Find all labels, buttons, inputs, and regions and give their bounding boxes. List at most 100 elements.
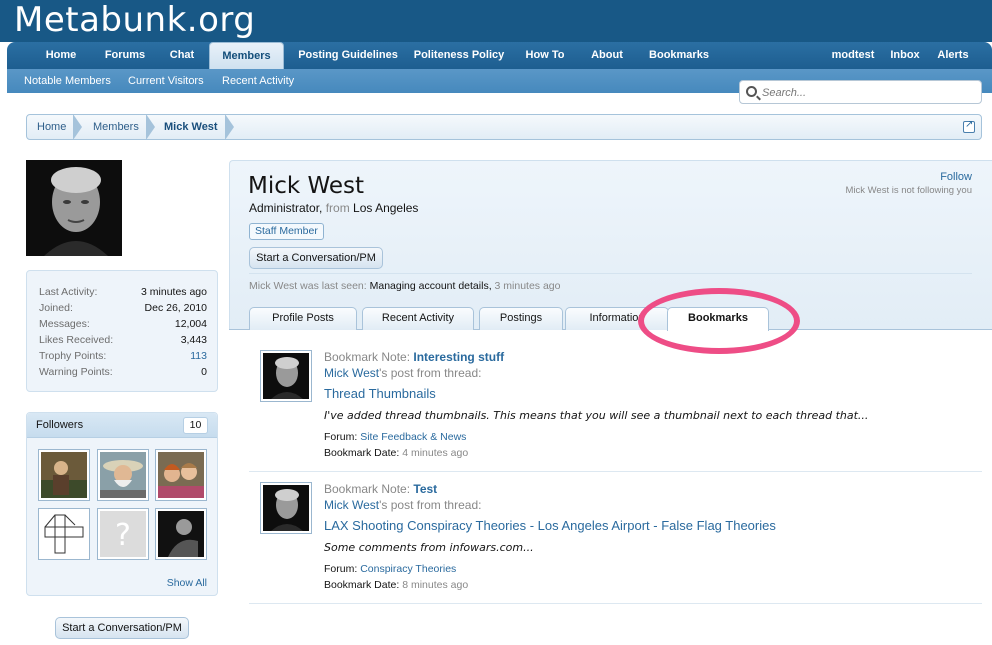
bookmark-separator	[249, 603, 982, 604]
nav-tab-chat[interactable]: Chat	[162, 42, 202, 69]
follower-avatar[interactable]	[38, 508, 90, 560]
nav-tab-posting-guidelines[interactable]: Posting Guidelines	[293, 42, 403, 69]
bookmark-from-text: 's post from thread:	[379, 366, 482, 380]
nav-tab-bookmarks[interactable]: Bookmarks	[641, 42, 717, 69]
tab-recent-activity[interactable]: Recent Activity	[362, 307, 474, 330]
bookmark-forum-link[interactable]: Conspiracy Theories	[360, 563, 456, 575]
profile-name: Mick West	[248, 173, 365, 199]
bookmark-thread-link[interactable]: LAX Shooting Conspiracy Theories - Los A…	[324, 518, 776, 533]
nav-tab-home[interactable]: Home	[35, 42, 87, 69]
nav-inbox[interactable]: Inbox	[885, 42, 925, 69]
tab-postings[interactable]: Postings	[479, 307, 563, 330]
bookmark-note-line: Bookmark Note: Interesting stuff	[324, 350, 504, 364]
followers-count: 10	[183, 417, 208, 434]
bookmark-forum-link[interactable]: Site Feedback & News	[360, 431, 466, 443]
nav-alerts[interactable]: Alerts	[933, 42, 973, 69]
bookmark-item: Bookmark Note: Test Mick West's post fro…	[249, 482, 982, 594]
follower-avatar[interactable]	[155, 449, 207, 501]
bookmark-author-link[interactable]: Mick West	[324, 498, 379, 512]
bookmark-from-text: 's post from thread:	[379, 498, 482, 512]
subnav-recent-activity[interactable]: Recent Activity	[222, 69, 294, 93]
bookmark-author-link[interactable]: Mick West	[324, 366, 379, 380]
profile-avatar[interactable]	[26, 160, 122, 256]
stat-label: Joined:	[39, 302, 73, 314]
tab-profile-posts[interactable]: Profile Posts	[249, 307, 357, 330]
bookmark-date: 4 minutes ago	[402, 447, 469, 459]
subnav-notable-members[interactable]: Notable Members	[24, 69, 111, 93]
external-link-icon[interactable]	[963, 119, 975, 133]
follower-avatar[interactable]	[38, 449, 90, 501]
bookmark-forum-label: Forum:	[324, 431, 358, 443]
breadcrumb-members[interactable]: Members	[93, 114, 155, 140]
followers-header: Followers 10	[27, 413, 217, 438]
stat-label: Likes Received:	[39, 334, 114, 346]
last-seen-time: 3 minutes ago	[494, 280, 561, 292]
stat-value-link[interactable]: 113	[190, 350, 207, 362]
bookmark-separator	[249, 471, 982, 472]
bookmark-forum-line: Forum: Conspiracy Theories	[324, 563, 456, 575]
site-logo[interactable]: Metabunk.org	[14, 0, 255, 40]
stat-last-activity: Last Activity: 3 minutes ago	[39, 286, 207, 302]
bookmark-forum-line: Forum: Site Feedback & News	[324, 431, 466, 443]
bookmark-note-line: Bookmark Note: Test	[324, 482, 437, 496]
bookmark-snippet: Some comments from infowars.com...	[324, 541, 534, 554]
start-conversation-button[interactable]: Start a Conversation/PM	[249, 247, 383, 269]
breadcrumb-home[interactable]: Home	[37, 114, 83, 140]
bookmark-date-label: Bookmark Date:	[324, 579, 400, 591]
stat-likes-received: Likes Received: 3,443	[39, 334, 207, 350]
search-box	[739, 80, 982, 104]
follow-status-note: Mick West is not following you	[845, 185, 972, 196]
follower-avatar[interactable]	[97, 449, 149, 501]
stat-value: 12,004	[174, 318, 207, 330]
bookmark-note: Test	[413, 482, 438, 496]
sidebar-start-conversation-button[interactable]: Start a Conversation/PM	[55, 617, 189, 639]
followers-title: Followers	[36, 419, 84, 431]
bookmark-author-avatar[interactable]	[260, 350, 312, 402]
svg-text:?: ?	[115, 518, 131, 553]
subnav-current-visitors[interactable]: Current Visitors	[128, 69, 204, 93]
bookmark-thread-link[interactable]: Thread Thumbnails	[324, 386, 436, 401]
bookmark-date: 8 minutes ago	[402, 579, 469, 591]
stat-value: 0	[201, 366, 207, 378]
nav-user-modtest[interactable]: modtest	[825, 42, 881, 69]
bookmark-date-line: Bookmark Date: 8 minutes ago	[324, 579, 468, 591]
bookmark-item: Bookmark Note: Interesting stuff Mick We…	[249, 350, 982, 462]
bookmark-note-label: Bookmark Note:	[324, 482, 411, 496]
nav-tab-politeness-policy[interactable]: Politeness Policy	[409, 42, 509, 69]
last-seen-prefix: Mick West was last seen:	[249, 280, 367, 292]
follow-button[interactable]: Follow	[940, 171, 972, 183]
last-seen-activity: Managing account details,	[369, 280, 492, 292]
staff-member-badge: Staff Member	[249, 223, 324, 240]
stat-warning-points: Warning Points: 0	[39, 366, 207, 382]
bookmark-source-line: Mick West's post from thread:	[324, 366, 481, 380]
nav-tab-about[interactable]: About	[583, 42, 631, 69]
bookmark-source-line: Mick West's post from thread:	[324, 498, 481, 512]
bookmark-snippet: I've added thread thumbnails. This means…	[324, 409, 869, 422]
bookmark-note-label: Bookmark Note:	[324, 350, 411, 364]
bookmark-forum-label: Forum:	[324, 563, 358, 575]
highlight-annotation-ring	[638, 288, 800, 354]
follower-avatar[interactable]	[155, 508, 207, 560]
bookmark-date-line: Bookmark Date: 4 minutes ago	[324, 447, 468, 459]
stat-value: 3 minutes ago	[141, 286, 207, 298]
nav-tab-forums[interactable]: Forums	[95, 42, 155, 69]
followers-show-all-link[interactable]: Show All	[167, 577, 207, 589]
search-icon[interactable]	[746, 86, 757, 97]
bookmark-date-label: Bookmark Date:	[324, 447, 400, 459]
stat-label: Warning Points:	[39, 366, 113, 378]
stat-value: Dec 26, 2010	[144, 302, 207, 314]
nav-tab-members[interactable]: Members	[209, 42, 284, 69]
stat-label: Trophy Points:	[39, 350, 107, 362]
breadcrumb-mick-west[interactable]: Mick West	[164, 114, 234, 140]
stat-messages: Messages: 12,004	[39, 318, 207, 334]
search-input[interactable]	[762, 84, 976, 101]
main-nav: Home Forums Chat Members Posting Guideli…	[7, 42, 992, 69]
profile-title-line: Administrator, from Los Angeles	[249, 201, 418, 215]
nav-tab-how-to[interactable]: How To	[517, 42, 573, 69]
site-header: Metabunk.org	[0, 0, 992, 42]
stat-trophy-points: Trophy Points: 113	[39, 350, 207, 366]
bookmark-author-avatar[interactable]	[260, 482, 312, 534]
profile-location: Los Angeles	[353, 201, 419, 215]
follower-avatar-default[interactable]: ?	[97, 508, 149, 560]
profile-role: Administrator,	[249, 201, 323, 215]
